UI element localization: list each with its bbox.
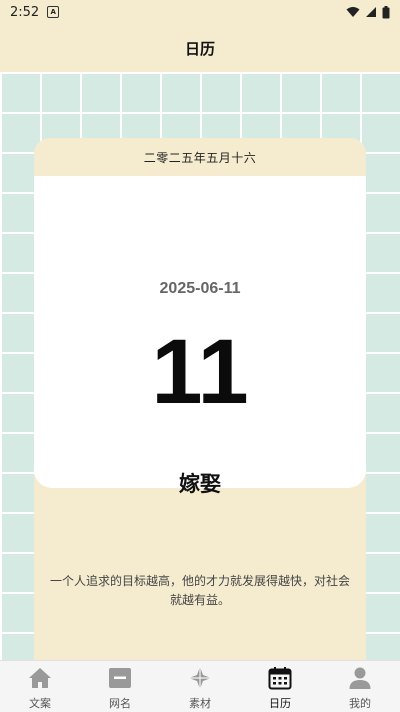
tab-label: 我的 [349,697,371,710]
status-left: 2:52 A [10,4,60,20]
tab-wenan[interactable]: 文案 [0,661,80,712]
date-panel: 2025-06-11 11 嫁娶 [34,176,366,496]
tab-label: 素材 [189,697,211,710]
bottom-tab-bar: 文案 网名 素材 日历 我的 [0,660,400,712]
tab-wode[interactable]: 我的 [320,661,400,712]
page-title: 日历 [184,39,215,58]
signal-icon [366,7,376,17]
gregorian-date: 2025-06-11 [159,280,241,297]
tab-sucai[interactable]: 素材 [160,661,240,712]
header: 日历 [0,24,400,72]
tab-wangming[interactable]: 网名 [80,661,160,712]
tab-label: 网名 [109,697,131,710]
calendar-icon [268,667,292,690]
lunar-date: 二零二五年五月十六 [143,150,257,165]
home-icon [29,668,51,688]
id-card-icon [109,668,131,688]
person-icon [349,667,371,689]
notification-icon: A [47,6,60,18]
tab-rili[interactable]: 日历 [240,661,320,712]
auspicious-activity: 嫁娶 [179,472,221,496]
daily-quote: 一个人追求的目标越高，他的才力就发展得越快，对社会就越有益。 [49,574,350,607]
status-bar: 2:52 A [0,0,400,24]
day-number: 11 [151,321,249,423]
tab-label: 日历 [269,697,291,710]
battery-icon [382,5,390,18]
compass-icon [189,667,211,689]
tab-label: 文案 [29,697,51,710]
status-time: 2:52 [10,4,40,20]
status-right [346,5,390,19]
wifi-icon [346,7,360,17]
